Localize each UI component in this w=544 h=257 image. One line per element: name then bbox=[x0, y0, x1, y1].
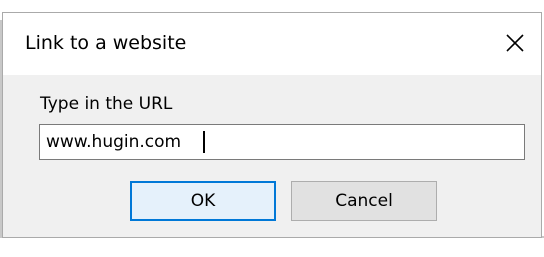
text-caret bbox=[203, 131, 205, 153]
url-input[interactable] bbox=[39, 124, 525, 160]
close-button[interactable] bbox=[497, 25, 533, 61]
cancel-button[interactable]: Cancel bbox=[291, 181, 437, 221]
ok-button[interactable]: OK bbox=[130, 181, 276, 221]
link-dialog: Link to a website Type in the URL OK Can… bbox=[2, 12, 542, 238]
dialog-title: Link to a website bbox=[25, 32, 187, 54]
close-icon bbox=[506, 34, 524, 52]
screenshot-stage: Link to a website Type in the URL OK Can… bbox=[0, 0, 544, 257]
ok-button-label: OK bbox=[190, 191, 216, 211]
cancel-button-label: Cancel bbox=[335, 191, 393, 211]
url-prompt-label: Type in the URL bbox=[40, 94, 173, 114]
dialog-titlebar[interactable]: Link to a website bbox=[3, 13, 541, 75]
